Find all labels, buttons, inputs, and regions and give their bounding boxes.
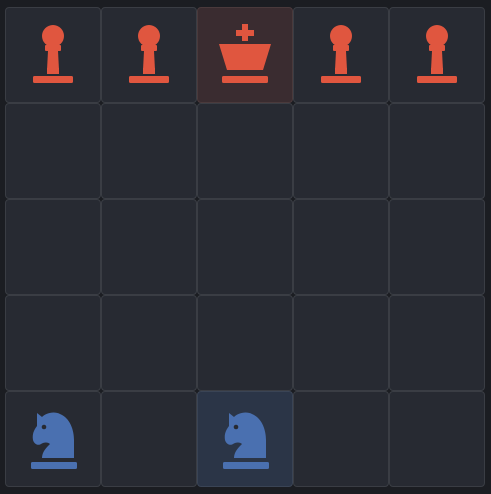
red-pawn-icon[interactable] — [311, 20, 371, 90]
game-board — [5, 7, 486, 488]
red-pawn-icon[interactable] — [119, 20, 179, 90]
board-square-r2-c1[interactable] — [5, 103, 101, 199]
blue-knight-icon[interactable] — [215, 404, 275, 474]
board-square-r4-c2[interactable] — [101, 295, 197, 391]
board-square-r3-c2[interactable] — [101, 199, 197, 295]
board-square-r2-c3[interactable] — [197, 103, 293, 199]
board-square-r1-c1[interactable] — [5, 7, 101, 103]
blue-knight-icon[interactable] — [23, 404, 83, 474]
board-square-r1-c2[interactable] — [101, 7, 197, 103]
board-square-r2-c4[interactable] — [293, 103, 389, 199]
board-square-r5-c4[interactable] — [293, 391, 389, 487]
board-square-r1-c3[interactable] — [197, 7, 293, 103]
board-square-r3-c3[interactable] — [197, 199, 293, 295]
board-square-r3-c4[interactable] — [293, 199, 389, 295]
red-king-icon[interactable] — [215, 20, 275, 90]
board-square-r5-c5[interactable] — [389, 391, 485, 487]
board-square-r4-c5[interactable] — [389, 295, 485, 391]
board-square-r2-c2[interactable] — [101, 103, 197, 199]
board-square-r5-c2[interactable] — [101, 391, 197, 487]
board-square-r2-c5[interactable] — [389, 103, 485, 199]
board-square-r4-c4[interactable] — [293, 295, 389, 391]
board-square-r5-c1[interactable] — [5, 391, 101, 487]
board-square-r4-c1[interactable] — [5, 295, 101, 391]
board-square-r4-c3[interactable] — [197, 295, 293, 391]
board-square-r3-c1[interactable] — [5, 199, 101, 295]
red-pawn-icon[interactable] — [23, 20, 83, 90]
board-square-r1-c5[interactable] — [389, 7, 485, 103]
board-square-r5-c3[interactable] — [197, 391, 293, 487]
board-square-r3-c5[interactable] — [389, 199, 485, 295]
board-square-r1-c4[interactable] — [293, 7, 389, 103]
red-pawn-icon[interactable] — [407, 20, 467, 90]
